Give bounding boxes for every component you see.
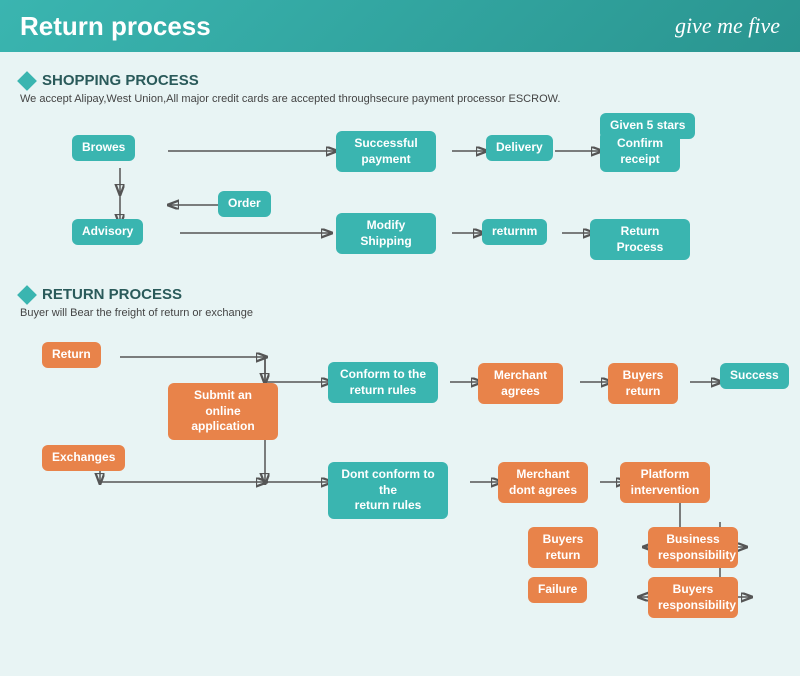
success-label: Success	[720, 363, 789, 389]
return-flow: Return Exchanges Submit an onlineapplica…	[20, 327, 780, 622]
successful-payment-box: Successfulpayment	[336, 131, 436, 172]
merchant-agrees-label: Merchantagrees	[478, 363, 563, 404]
confirm-receipt-label: Confirmreceipt	[600, 131, 680, 172]
buyers-responsibility-box: Buyersresponsibility	[648, 577, 738, 618]
merchant-dont-agrees-box: Merchantdont agrees	[498, 462, 588, 503]
shopping-flow: Given 5 stars Browes Successfulpayment D…	[20, 113, 780, 278]
exchanges-label: Exchanges	[42, 445, 125, 471]
merchant-dont-agrees-label: Merchantdont agrees	[498, 462, 588, 503]
advisory-label: Advisory	[72, 219, 143, 245]
shopping-section-header: SHOPPING PROCESS	[20, 72, 780, 89]
returnm-box: returnm	[482, 219, 547, 245]
return-box: Return	[42, 342, 101, 368]
platform-intervention-box: Platformintervention	[620, 462, 710, 503]
confirm-receipt-box: Confirmreceipt	[600, 131, 680, 172]
return-desc: Buyer will Bear the freight of return or…	[20, 307, 780, 319]
shopping-desc: We accept Alipay,West Union,All major cr…	[20, 93, 780, 105]
return-process-label: Return Process	[590, 219, 690, 260]
buyers-return-2-label: Buyersreturn	[528, 527, 598, 568]
failure-box: Failure	[528, 577, 587, 603]
modify-shipping-box: ModifyShipping	[336, 213, 436, 254]
browes-box: Browes	[72, 135, 135, 161]
submit-application-box: Submit an onlineapplication	[168, 383, 278, 440]
returnm-label: returnm	[482, 219, 547, 245]
order-box: Order	[218, 191, 271, 217]
business-responsibility-label: Businessresponsibility	[648, 527, 738, 568]
return-title: RETURN PROCESS	[42, 286, 182, 303]
conform-rules-label: Conform to thereturn rules	[328, 362, 438, 403]
delivery-label: Delivery	[486, 135, 553, 161]
return-section-header: RETURN PROCESS	[20, 286, 780, 303]
success-box: Success	[720, 363, 789, 389]
buyers-return-2-box: Buyersreturn	[528, 527, 598, 568]
header-logo: give me five	[675, 13, 780, 39]
successful-payment-label: Successfulpayment	[336, 131, 436, 172]
return-process-box: Return Process	[590, 219, 690, 260]
conform-rules-box: Conform to thereturn rules	[328, 362, 438, 403]
platform-intervention-label: Platformintervention	[620, 462, 710, 503]
merchant-agrees-box: Merchantagrees	[478, 363, 563, 404]
modify-shipping-label: ModifyShipping	[336, 213, 436, 254]
submit-application-label: Submit an onlineapplication	[168, 383, 278, 440]
buyers-return-1-box: Buyersreturn	[608, 363, 678, 404]
browes-label: Browes	[72, 135, 135, 161]
main-content: SHOPPING PROCESS We accept Alipay,West U…	[0, 52, 800, 632]
business-responsibility-box: Businessresponsibility	[648, 527, 738, 568]
diamond-icon-2	[17, 285, 37, 305]
shopping-title: SHOPPING PROCESS	[42, 72, 199, 89]
failure-label: Failure	[528, 577, 587, 603]
exchanges-box: Exchanges	[42, 445, 125, 471]
dont-conform-label: Dont conform to thereturn rules	[328, 462, 448, 519]
diamond-icon	[17, 71, 37, 91]
page-header: Return process give me five	[0, 0, 800, 52]
buyers-responsibility-label: Buyersresponsibility	[648, 577, 738, 618]
return-label: Return	[42, 342, 101, 368]
advisory-box: Advisory	[72, 219, 143, 245]
page-title: Return process	[20, 11, 211, 42]
dont-conform-box: Dont conform to thereturn rules	[328, 462, 448, 519]
delivery-box: Delivery	[486, 135, 553, 161]
buyers-return-1-label: Buyersreturn	[608, 363, 678, 404]
order-label: Order	[218, 191, 271, 217]
